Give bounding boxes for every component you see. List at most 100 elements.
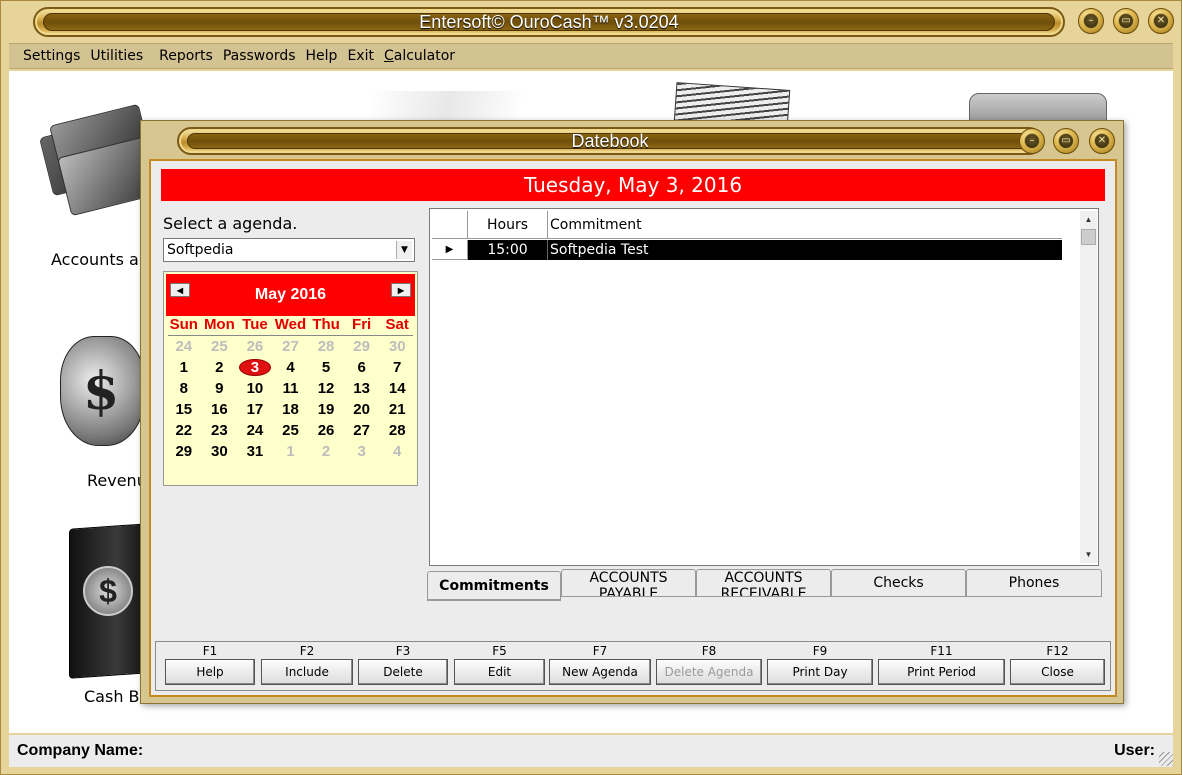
calendar-day[interactable]: 9 <box>202 378 238 399</box>
include-button[interactable]: Include <box>261 659 353 685</box>
calendar-day[interactable]: 3 <box>344 441 380 462</box>
menu-passwords[interactable]: Passwords <box>223 48 296 64</box>
calendar-day[interactable]: 25 <box>273 420 309 441</box>
calendar-day[interactable]: 28 <box>308 336 344 357</box>
main-restore-button[interactable]: ▭ <box>1113 8 1139 34</box>
main-title-bar[interactable]: Entersoft© OuroCash™ v3.0204 <box>33 7 1065 37</box>
menu-reports[interactable]: Reports <box>159 48 213 64</box>
hours-column-header[interactable]: Hours <box>468 211 548 238</box>
calendar-day[interactable]: 27 <box>273 336 309 357</box>
edit-button[interactable]: Edit <box>454 659 545 685</box>
calendar-day[interactable]: 20 <box>344 399 380 420</box>
menu-calculator[interactable]: Calculator <box>384 48 455 64</box>
main-close-button[interactable]: ✕ <box>1148 8 1174 34</box>
delete-button[interactable]: Delete <box>358 659 448 685</box>
accounts-launcher-label[interactable]: Accounts an <box>51 250 149 269</box>
calendar-day[interactable]: 30 <box>379 336 415 357</box>
tab-accounts-payable[interactable]: ACCOUNTS PAYABLE <box>561 569 696 597</box>
row-commitment-cell[interactable]: Softpedia Test <box>548 240 1062 260</box>
calendar-day[interactable]: 25 <box>202 336 238 357</box>
calendar-day[interactable]: 29 <box>166 441 202 462</box>
agenda-select[interactable]: Softpedia ▼ <box>163 238 415 262</box>
calendar-day-selected[interactable]: 3 <box>237 357 273 378</box>
datebook-close-button[interactable]: ✕ <box>1089 128 1115 154</box>
help-button[interactable]: Help <box>165 659 255 685</box>
menu-utilities[interactable]: Utilities <box>90 48 143 64</box>
calendar-day[interactable]: 4 <box>379 441 415 462</box>
tab-phones[interactable]: Phones <box>966 569 1102 597</box>
table-row[interactable]: ▶ 15:00 Softpedia Test <box>432 240 1062 260</box>
tab-accounts-receivable[interactable]: ACCOUNTS RECEIVABLE <box>696 569 831 597</box>
f12-label: F12 <box>1046 644 1069 658</box>
credit-cards-icon[interactable] <box>39 96 161 226</box>
chevron-down-icon[interactable]: ▼ <box>396 241 412 259</box>
menu-settings[interactable]: Settings <box>23 48 80 64</box>
close-key: F12 Close <box>1010 644 1105 685</box>
scroll-thumb[interactable] <box>1081 229 1096 245</box>
calendar-day[interactable]: 15 <box>166 399 202 420</box>
tab-commitments[interactable]: Commitments <box>427 571 561 601</box>
calendar-day[interactable]: 26 <box>308 420 344 441</box>
calendar-day[interactable]: 27 <box>344 420 380 441</box>
scroll-down-icon[interactable]: ▼ <box>1080 546 1097 563</box>
calendar-day[interactable]: 17 <box>237 399 273 420</box>
edit-key: F5 Edit <box>454 644 545 685</box>
scroll-up-icon[interactable]: ▲ <box>1080 211 1097 228</box>
calendar-day[interactable]: 8 <box>166 378 202 399</box>
calendar-day[interactable]: 4 <box>273 357 309 378</box>
print-period-button[interactable]: Print Period <box>878 659 1005 685</box>
calendar-day[interactable]: 30 <box>202 441 238 462</box>
calendar-day[interactable]: 29 <box>344 336 380 357</box>
cash-book-icon[interactable]: $ <box>61 523 151 679</box>
calendar-day[interactable]: 18 <box>273 399 309 420</box>
row-hours-cell[interactable]: 15:00 <box>468 240 548 260</box>
menu-help[interactable]: Help <box>306 48 338 64</box>
calendar-day[interactable]: 11 <box>273 378 309 399</box>
datebook-restore-button[interactable]: ▭ <box>1053 128 1079 154</box>
new-agenda-button[interactable]: New Agenda <box>549 659 651 685</box>
calendar-day[interactable]: 26 <box>237 336 273 357</box>
calendar-day[interactable]: 1 <box>273 441 309 462</box>
calendar-day[interactable]: 2 <box>202 357 238 378</box>
previous-month-button[interactable]: ◀ <box>170 283 190 297</box>
calendar-day[interactable]: 31 <box>237 441 273 462</box>
calendar-day[interactable]: 14 <box>379 378 415 399</box>
calendar-day[interactable]: 16 <box>202 399 238 420</box>
month-calendar[interactable]: ◀ May 2016 ▶ Sun Mon Tue Wed Thu Fri Sat 24 25 2… <box>163 271 418 486</box>
calendar-day[interactable]: 6 <box>344 357 380 378</box>
calendar-day[interactable]: 2 <box>308 441 344 462</box>
calendar-day[interactable]: 21 <box>379 399 415 420</box>
revenue-launcher-label[interactable]: Revenu <box>87 471 147 490</box>
calendar-day[interactable]: 12 <box>308 378 344 399</box>
close-button[interactable]: Close <box>1010 659 1105 685</box>
resize-grip-icon[interactable] <box>1159 752 1173 766</box>
commitment-column-header[interactable]: Commitment <box>548 211 1062 238</box>
calendar-header: ◀ May 2016 ▶ <box>166 274 415 316</box>
calendar-day[interactable]: 10 <box>237 378 273 399</box>
delete-agenda-button[interactable]: Delete Agenda <box>656 659 762 685</box>
status-bar: Company Name: User: <box>9 735 1173 767</box>
grid-vertical-scrollbar[interactable]: ▲ ▼ <box>1080 211 1097 563</box>
calendar-weekday-row: Sun Mon Tue Wed Thu Fri Sat <box>166 316 415 336</box>
new-agenda-key: F7 New Agenda <box>549 644 651 685</box>
calendar-day[interactable]: 13 <box>344 378 380 399</box>
calendar-day[interactable]: 1 <box>166 357 202 378</box>
calendar-day[interactable]: 5 <box>308 357 344 378</box>
menu-exit[interactable]: Exit <box>347 48 374 64</box>
calendar-day[interactable]: 24 <box>237 420 273 441</box>
calendar-day[interactable]: 24 <box>166 336 202 357</box>
next-month-button[interactable]: ▶ <box>391 283 411 297</box>
calendar-day[interactable]: 7 <box>379 357 415 378</box>
print-day-button[interactable]: Print Day <box>767 659 873 685</box>
datebook-title-bar[interactable]: Datebook <box>177 127 1043 155</box>
company-name-label: Company Name: <box>17 742 144 759</box>
datebook-minimize-button[interactable]: – <box>1019 128 1045 154</box>
tab-checks[interactable]: Checks <box>831 569 966 597</box>
calendar-day[interactable]: 28 <box>379 420 415 441</box>
calendar-day[interactable]: 22 <box>166 420 202 441</box>
calendar-day[interactable]: 23 <box>202 420 238 441</box>
main-minimize-button[interactable]: – <box>1078 8 1104 34</box>
menu-bar: Settings Utilities Reports Passwords Hel… <box>9 43 1173 69</box>
calendar-day[interactable]: 19 <box>308 399 344 420</box>
money-bag-icon[interactable]: $ <box>35 306 145 456</box>
